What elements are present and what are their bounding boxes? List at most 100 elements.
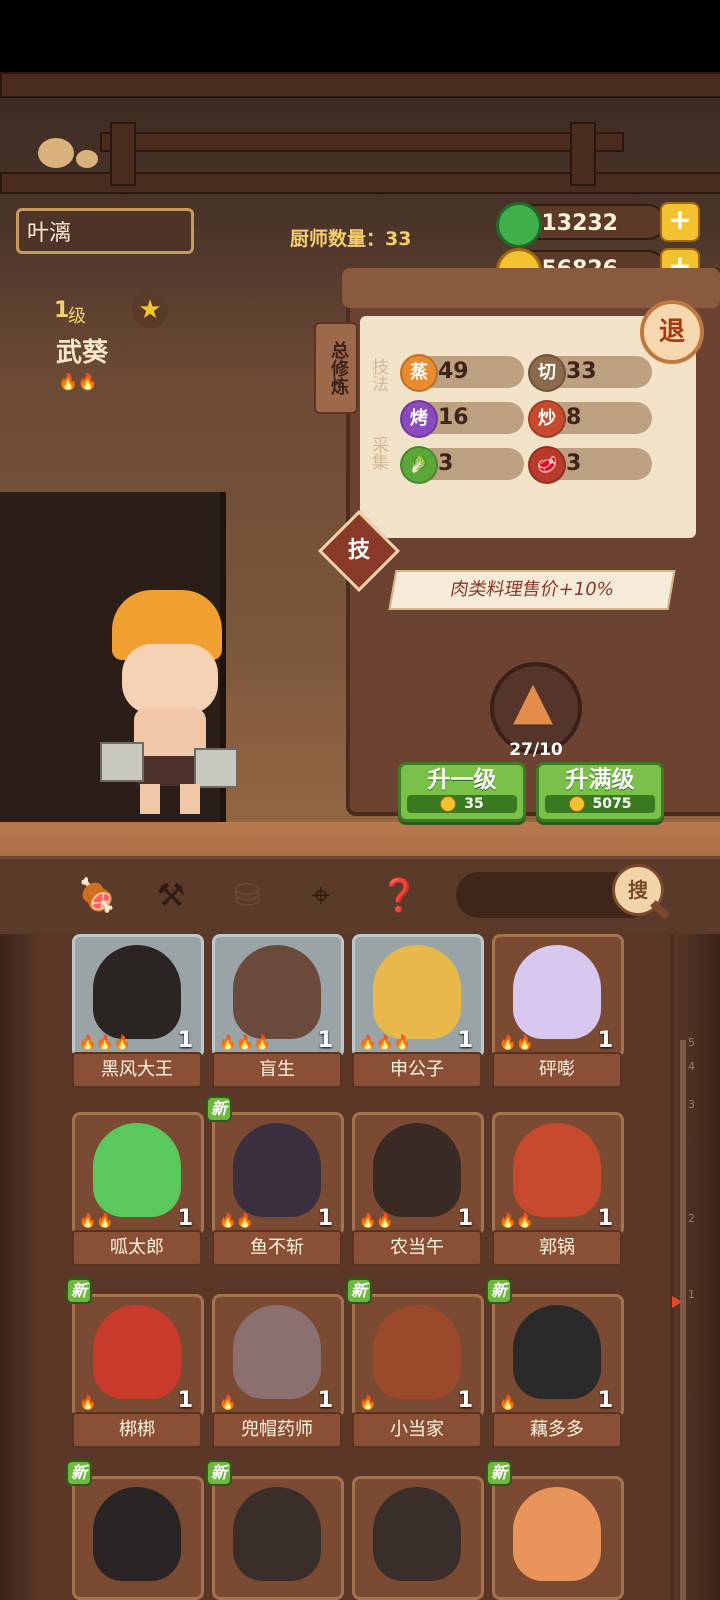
steam-icon: 蒸 xyxy=(400,354,438,392)
section-skill-label: 技法 xyxy=(368,358,388,392)
chef-card-name[interactable]: 黑风大王 xyxy=(72,1052,202,1088)
chef-card-level: 1 xyxy=(597,1388,613,1413)
meat-icon[interactable]: 🍖 xyxy=(74,872,120,918)
chef-avatar xyxy=(513,945,601,1039)
chef-avatar xyxy=(513,1305,601,1399)
flame-icon: 🔥 xyxy=(359,1395,377,1411)
chef-avatar xyxy=(373,945,461,1039)
chef-card[interactable]: 🔥 1 xyxy=(72,1294,204,1418)
chef-card-level: 1 xyxy=(457,1028,473,1053)
chef-card-name[interactable]: 砰嘭 xyxy=(492,1052,622,1088)
flame-icon: 🔥🔥 xyxy=(219,1213,254,1229)
chef-card-name[interactable]: 鱼不斩 xyxy=(212,1230,342,1266)
coin-icon xyxy=(568,796,585,812)
chef-card-name[interactable]: 申公子 xyxy=(352,1052,482,1088)
book-icon[interactable]: ❓ xyxy=(376,872,422,918)
player-name[interactable]: 叶漓 xyxy=(16,208,194,254)
chef-avatar xyxy=(233,1305,321,1399)
flame-icon: 🔥🔥🔥 xyxy=(219,1035,272,1051)
chef-card-name[interactable]: 郭锅 xyxy=(492,1230,622,1266)
bird-icon xyxy=(76,150,98,168)
ruler-mark: 4 xyxy=(688,1060,695,1073)
chef-card-name[interactable]: 盲生 xyxy=(212,1052,342,1088)
chef-level-unit: 级 xyxy=(68,306,86,327)
flame-icon: 🔥🔥 xyxy=(499,1213,534,1229)
status-bar xyxy=(0,0,720,72)
chef-card-level: 1 xyxy=(177,1388,193,1413)
weight-icon xyxy=(194,748,238,788)
bonus-banner: 肉类料理售价+10% xyxy=(388,570,676,610)
chef-avatar xyxy=(233,1487,321,1581)
chef-card[interactable]: 🔥🔥 1 xyxy=(212,1112,344,1236)
chef-card-level: 1 xyxy=(317,1388,333,1413)
chef-card[interactable]: 🔥🔥 1 xyxy=(492,1112,624,1236)
chef-card[interactable] xyxy=(492,1476,624,1600)
skill-value: 33 xyxy=(566,359,597,384)
flame-icon: 🔥🔥 xyxy=(79,1213,114,1229)
chef-card[interactable]: 🔥🔥🔥 1 xyxy=(352,934,484,1058)
weight-icon xyxy=(100,742,144,782)
chef-card[interactable] xyxy=(212,1476,344,1600)
tab-total-training[interactable]: 总修炼 xyxy=(314,322,358,414)
chef-card[interactable]: 🔥🔥🔥 1 xyxy=(72,934,204,1058)
meat-icon: 🥩 xyxy=(528,446,566,484)
upgrade-one-label: 升一级 xyxy=(427,767,497,793)
chef-name: 武葵 xyxy=(56,338,109,368)
location-icon[interactable]: ⌖ xyxy=(298,872,344,918)
ruler-mark: 5 xyxy=(688,1036,695,1049)
star-icon[interactable]: ★ xyxy=(132,292,168,328)
chef-card[interactable] xyxy=(352,1476,484,1600)
bird-icon xyxy=(38,138,74,168)
chef-leg xyxy=(140,784,160,814)
add-jade-button[interactable]: + xyxy=(660,202,700,242)
chef-card-level: 1 xyxy=(597,1206,613,1231)
flame-icon: 🔥🔥 xyxy=(58,372,98,391)
roast-icon: 烤 xyxy=(400,400,438,438)
chef-avatar xyxy=(93,945,181,1039)
chef-card-name[interactable]: 藕多多 xyxy=(492,1412,622,1448)
chef-card-name[interactable]: 小当家 xyxy=(352,1412,482,1448)
chef-card[interactable]: 🔥🔥 1 xyxy=(492,934,624,1058)
exit-button[interactable]: 退 xyxy=(640,300,704,364)
chef-card[interactable]: 🔥🔥 1 xyxy=(352,1112,484,1236)
new-badge: 新 xyxy=(206,1460,233,1486)
chef-card-name[interactable]: 兜帽药师 xyxy=(212,1412,342,1448)
roof-beam xyxy=(100,132,624,152)
roof-beam xyxy=(0,72,720,98)
scroll-ruler[interactable] xyxy=(680,1040,686,1600)
chef-card[interactable]: 🔥 1 xyxy=(352,1294,484,1418)
chef-card-level: 1 xyxy=(177,1206,193,1231)
chef-card[interactable]: 🔥 1 xyxy=(492,1294,624,1418)
skill-button-label[interactable]: 技 xyxy=(330,522,388,580)
chef-card[interactable]: 🔥🔥🔥 1 xyxy=(212,934,344,1058)
upgrade-max-button[interactable]: 升满级 5075 xyxy=(536,762,664,822)
chef-count: 厨师数量：33 xyxy=(290,228,412,250)
chef-card-level: 1 xyxy=(317,1206,333,1231)
chef-avatar xyxy=(93,1123,181,1217)
scroll-pointer-icon xyxy=(672,1296,682,1308)
jar-icon[interactable]: ⛁ xyxy=(224,872,270,918)
upgrade-max-cost: 5075 xyxy=(545,795,655,813)
chef-avatar xyxy=(93,1487,181,1581)
flame-icon: 🔥🔥 xyxy=(499,1035,534,1051)
chef-card-name[interactable]: 梆梆 xyxy=(72,1412,202,1448)
roof-post xyxy=(110,122,136,186)
chef-card-name[interactable]: 呱太郎 xyxy=(72,1230,202,1266)
jade-icon xyxy=(496,202,542,248)
chef-card-level: 1 xyxy=(457,1388,473,1413)
upgrade-one-button[interactable]: 升一级 35 xyxy=(398,762,526,822)
chef-card-name[interactable]: 农当午 xyxy=(352,1230,482,1266)
skill-value: 16 xyxy=(438,405,469,430)
chef-avatar xyxy=(93,1305,181,1399)
chef-card[interactable]: 🔥🔥 1 xyxy=(72,1112,204,1236)
new-badge: 新 xyxy=(66,1278,93,1304)
chef-card[interactable]: 🔥 1 xyxy=(212,1294,344,1418)
ruler-mark: 3 xyxy=(688,1098,695,1111)
skill-value: 49 xyxy=(438,359,469,384)
chef-avatar xyxy=(513,1487,601,1581)
skill-value: 3 xyxy=(566,451,582,476)
vegetable-icon: 🥬 xyxy=(400,446,438,484)
shovel-icon[interactable]: ⚒ xyxy=(148,872,194,918)
chef-leg xyxy=(180,784,200,814)
chef-card[interactable] xyxy=(72,1476,204,1600)
